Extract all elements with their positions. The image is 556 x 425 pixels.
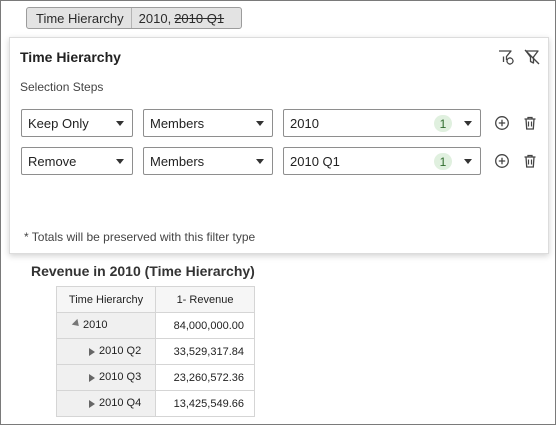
expand-triangle-icon[interactable] (89, 347, 95, 356)
revenue-value-cell: 13,425,549.66 (155, 390, 255, 417)
row-label: 2010 (83, 319, 108, 332)
expand-triangle-icon[interactable] (89, 373, 95, 382)
row-label-cell[interactable]: 2010 Q2 (56, 338, 156, 365)
row-label: 2010 Q3 (99, 371, 142, 384)
member-count-badge: 1 (434, 153, 452, 170)
table-row: 2010 Q4 13,425,549.66 (56, 390, 255, 417)
expand-triangle-icon[interactable] (89, 399, 95, 408)
selection-steps-label: Selection Steps (20, 80, 104, 94)
filter-popup-panel: Time Hierarchy Selection Steps Keep Only… (9, 37, 549, 254)
step-action-dropdown[interactable]: Keep Only (21, 109, 133, 137)
totals-preserved-note: * Totals will be preserved with this fil… (24, 230, 256, 244)
filter-pill-value: 2010, 2010 Q1 (132, 11, 224, 26)
step-members-dropdown[interactable]: 2010 Q1 1 (283, 147, 481, 175)
selection-step-row: Remove Members 2010 Q1 1 (21, 147, 541, 175)
row-label: 2010 Q4 (99, 397, 142, 410)
table-row: 2010 Q2 33,529,317.84 (56, 338, 255, 365)
step-type-value: Members (150, 153, 205, 169)
row-label-cell[interactable]: 2010 Q3 (56, 364, 156, 391)
chevron-down-icon (256, 159, 264, 164)
report-title: Revenue in 2010 (Time Hierarchy) (31, 263, 255, 279)
step-members-dropdown[interactable]: 2010 1 (283, 109, 481, 137)
panel-title: Time Hierarchy (20, 49, 121, 65)
revenue-value-cell: 84,000,000.00 (155, 312, 255, 339)
step-action-value: Keep Only (28, 115, 89, 131)
add-step-icon[interactable] (492, 151, 512, 171)
step-action-value: Remove (28, 153, 77, 169)
step-members-value: 2010 (290, 115, 319, 131)
clear-filter-icon[interactable] (522, 47, 542, 67)
delete-step-icon[interactable] (520, 113, 540, 133)
revenue-value-cell: 23,260,572.36 (155, 364, 255, 391)
add-step-icon[interactable] (492, 113, 512, 133)
step-type-dropdown[interactable]: Members (143, 147, 273, 175)
collapse-triangle-icon[interactable] (71, 318, 82, 329)
step-type-dropdown[interactable]: Members (143, 109, 273, 137)
step-members-value: 2010 Q1 (290, 153, 340, 169)
column-header-revenue[interactable]: 1- Revenue (155, 286, 255, 313)
filter-pill-label: Time Hierarchy (27, 8, 132, 28)
revenue-pivot-table: Time Hierarchy 1- Revenue 2010 84,000,00… (56, 286, 255, 417)
step-action-dropdown[interactable]: Remove (21, 147, 133, 175)
chevron-down-icon (116, 159, 124, 164)
filter-pill-removed-value: 2010 Q1 (174, 10, 225, 26)
filter-settings-icon[interactable] (496, 47, 516, 67)
table-row: 2010 Q3 23,260,572.36 (56, 364, 255, 391)
filter-pill-kept-value: 2010, (138, 10, 172, 26)
row-label-cell[interactable]: 2010 (56, 312, 156, 339)
revenue-value-cell: 33,529,317.84 (155, 338, 255, 365)
row-label-cell[interactable]: 2010 Q4 (56, 390, 156, 417)
step-type-value: Members (150, 115, 205, 131)
selection-step-row: Keep Only Members 2010 1 (21, 109, 541, 137)
chevron-down-icon (116, 121, 124, 126)
member-count-badge: 1 (434, 115, 452, 132)
chevron-down-icon (464, 159, 472, 164)
column-header-time-hierarchy[interactable]: Time Hierarchy (56, 286, 156, 313)
time-hierarchy-filter-pill[interactable]: Time Hierarchy 2010, 2010 Q1 (26, 7, 242, 29)
chevron-down-icon (464, 121, 472, 126)
delete-step-icon[interactable] (520, 151, 540, 171)
chevron-down-icon (256, 121, 264, 126)
row-label: 2010 Q2 (99, 345, 142, 358)
table-row: 2010 84,000,000.00 (56, 312, 255, 339)
